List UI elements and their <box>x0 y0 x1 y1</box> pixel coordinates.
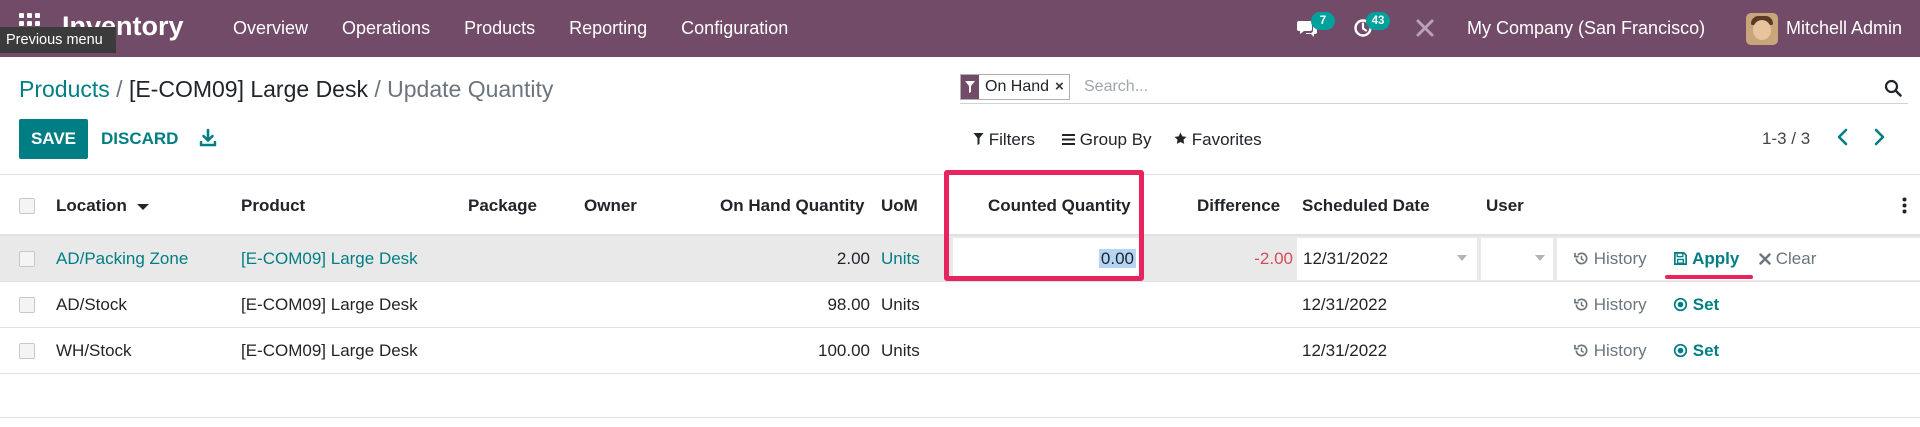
highlight-apply-underline <box>1665 275 1753 279</box>
history-icon <box>1574 298 1588 311</box>
cell-on-hand-quantity: 100.00 <box>818 341 870 360</box>
cell-product[interactable]: [E-COM09] Large Desk <box>241 236 418 282</box>
chevron-left-icon[interactable] <box>1836 128 1850 146</box>
cell-on-hand-quantity: 98.00 <box>827 295 870 314</box>
tools-icon[interactable] <box>1415 18 1435 38</box>
cell-product: [E-COM09] Large Desk <box>241 341 418 360</box>
filter-icon <box>973 133 984 145</box>
row-checkbox[interactable] <box>19 343 35 359</box>
sort-down-icon <box>136 204 149 210</box>
column-uom[interactable]: UoM <box>881 175 918 237</box>
cell-on-hand-quantity: 2.00 <box>836 249 870 268</box>
avatar[interactable] <box>1746 13 1778 45</box>
breadcrumb-record[interactable]: [E-COM09] Large Desk <box>129 76 368 102</box>
breadcrumb-products[interactable]: Products <box>19 76 110 102</box>
set-button[interactable]: Set <box>1673 282 1719 328</box>
column-options-icon[interactable] <box>1902 197 1907 214</box>
filters-label: Filters <box>988 130 1036 149</box>
facet-label: On Hand <box>985 78 1050 95</box>
favorites-label: Favorites <box>1191 130 1262 149</box>
column-user[interactable]: User <box>1486 175 1524 237</box>
column-scheduled-date[interactable]: Scheduled Date <box>1302 175 1430 237</box>
groupby-dropdown[interactable]: Group By <box>1062 130 1152 150</box>
set-button[interactable]: Set <box>1673 328 1719 374</box>
cell-uom: Units <box>881 295 920 314</box>
chevron-down-icon <box>1457 255 1467 261</box>
cell-uom[interactable]: Units <box>881 236 920 282</box>
column-package[interactable]: Package <box>468 175 537 237</box>
history-icon <box>1574 344 1588 357</box>
column-difference[interactable]: Difference <box>1197 175 1280 237</box>
cell-uom: Units <box>881 341 920 360</box>
column-on-hand-quantity[interactable]: On Hand Quantity <box>720 175 865 237</box>
company-switcher[interactable]: My Company (San Francisco) <box>1467 0 1705 57</box>
target-icon <box>1673 343 1688 358</box>
history-button[interactable]: History <box>1574 328 1647 374</box>
cell-location: AD/Stock <box>56 295 127 314</box>
list-icon <box>1062 134 1075 145</box>
history-button[interactable]: History <box>1574 282 1647 328</box>
breadcrumb: Products / [E-COM09] Large Desk / Update… <box>19 76 553 103</box>
row-checkbox[interactable] <box>19 297 35 313</box>
previous-menu-tooltip: Previous menu <box>0 27 116 53</box>
column-product[interactable]: Product <box>241 175 305 237</box>
row-checkbox[interactable] <box>19 251 35 267</box>
discard-button[interactable]: DISCARD <box>101 119 178 159</box>
pager-value[interactable]: 1-3 / 3 <box>1762 129 1810 149</box>
favorites-dropdown[interactable]: Favorites <box>1174 130 1262 150</box>
cell-product: [E-COM09] Large Desk <box>241 295 418 314</box>
user-menu[interactable]: Mitchell Admin <box>1786 0 1902 57</box>
close-icon <box>1759 253 1771 265</box>
menu-item-overview[interactable]: Overview <box>216 0 325 57</box>
menu-item-operations[interactable]: Operations <box>325 0 447 57</box>
cell-location: WH/Stock <box>56 341 132 360</box>
search-input[interactable] <box>1084 75 1724 99</box>
menu-item-products[interactable]: Products <box>447 0 552 57</box>
menu-item-configuration[interactable]: Configuration <box>664 0 805 57</box>
chevron-right-icon[interactable] <box>1872 128 1886 146</box>
cell-scheduled-date: 12/31/2022 <box>1302 341 1388 360</box>
highlight-counted-quantity <box>944 170 1144 281</box>
search-bar: On Hand × <box>960 72 1908 104</box>
chevron-down-icon <box>1535 255 1545 261</box>
divider <box>0 417 1920 418</box>
cell-location[interactable]: AD/Packing Zone <box>56 236 188 282</box>
download-icon[interactable] <box>199 128 217 148</box>
page-title: Update Quantity <box>387 76 554 102</box>
main-menu: Overview Operations Products Reporting C… <box>216 0 805 57</box>
filter-icon <box>961 75 979 99</box>
close-icon[interactable]: × <box>1055 75 1069 99</box>
filters-dropdown[interactable]: Filters <box>973 130 1035 150</box>
groupby-label: Group By <box>1079 130 1152 149</box>
breadcrumb-separator: / <box>374 76 381 102</box>
search-facet: On Hand × <box>960 74 1070 100</box>
cell-difference: -2.00 <box>1254 249 1293 268</box>
clear-button[interactable]: Clear <box>1759 236 1816 282</box>
user-select[interactable] <box>1481 238 1553 280</box>
save-button[interactable]: SAVE <box>19 119 88 159</box>
table-row[interactable]: AD/Stock [E-COM09] Large Desk 98.00 Unit… <box>0 282 1920 328</box>
history-button[interactable]: History <box>1574 236 1647 282</box>
column-location[interactable]: Location <box>56 175 149 237</box>
save-icon <box>1674 252 1687 265</box>
table-row[interactable]: WH/Stock [E-COM09] Large Desk 100.00 Uni… <box>0 328 1920 374</box>
column-owner[interactable]: Owner <box>584 175 637 237</box>
star-icon <box>1174 132 1187 144</box>
cell-scheduled-date: 12/31/2022 <box>1302 295 1388 314</box>
menu-item-reporting[interactable]: Reporting <box>552 0 664 57</box>
scheduled-date-input[interactable]: 12/31/2022 <box>1297 238 1477 280</box>
messages-badge: 7 <box>1311 12 1335 30</box>
activities-badge: 43 <box>1366 12 1390 30</box>
history-icon <box>1574 252 1588 265</box>
select-all-checkbox[interactable] <box>19 198 35 214</box>
top-navbar: Inventory Overview Operations Products R… <box>0 0 1920 57</box>
search-icon[interactable] <box>1884 79 1902 97</box>
target-icon <box>1673 297 1688 312</box>
breadcrumb-separator: / <box>116 76 123 102</box>
